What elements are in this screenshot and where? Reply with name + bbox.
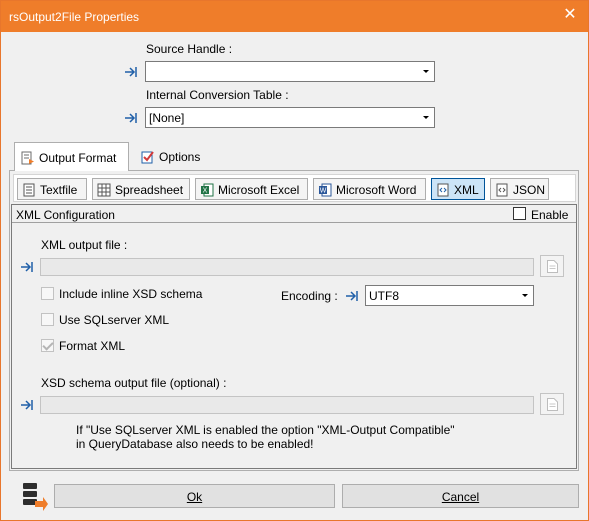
word-icon: W [319,183,332,197]
format-json-label: JSON [513,183,546,197]
tab-options-label: Options [159,150,201,164]
chevron-down-icon[interactable] [418,108,434,127]
chevron-down-icon[interactable] [517,286,533,305]
format-xml-label: Format XML [59,339,126,353]
source-handle-select[interactable] [145,61,435,82]
stack-export-icon [23,483,48,511]
enable-label: Enable [531,208,569,222]
sqlserver-note-line1: If "Use SQLserver XML is enabled the opt… [76,423,455,437]
format-toolbar: Textfile Spreadsheet X Microsoft Excel W… [13,174,576,202]
excel-icon: X [201,183,214,197]
format-spreadsheet-button[interactable]: Spreadsheet [92,178,190,200]
tab-output-format-label: Output Format [39,151,117,165]
format-xml-label: XML [454,183,479,197]
encoding-value: UTF8 [369,289,399,303]
spreadsheet-icon [97,183,111,197]
format-spreadsheet-label: Spreadsheet [115,183,184,197]
xml-configuration-header: XML Configuration Enable [12,205,576,223]
input-arrow-icon [125,67,137,77]
ok-button[interactable]: Ok [54,484,335,508]
cancel-button-label: Cancel [441,490,480,504]
file-icon [547,260,558,273]
close-icon[interactable]: ✕ [562,7,578,23]
ok-button-label: Ok [186,490,203,504]
xml-icon [437,183,449,197]
format-textfile-button[interactable]: Textfile [17,178,87,200]
chevron-down-icon[interactable] [418,62,434,81]
conversion-table-label: Internal Conversion Table : [146,88,289,102]
format-word-label: Microsoft Word [336,183,417,197]
encoding-select[interactable]: UTF8 [365,285,534,306]
conversion-table-value: [None] [149,111,185,125]
xml-configuration-group: XML Configuration Enable XML output file… [11,204,577,469]
input-arrow-icon [21,262,33,272]
source-handle-label: Source Handle : [146,42,233,56]
format-xml-checkbox[interactable] [41,339,54,352]
tab-output-format[interactable]: Output Format [14,142,129,171]
file-icon [547,398,558,411]
format-excel-label: Microsoft Excel [218,183,300,197]
options-icon [141,151,154,164]
sqlserver-note-line2: in QueryDatabase also needs to be enable… [76,437,314,451]
xml-output-browse-button[interactable] [540,255,564,277]
xsd-output-browse-button[interactable] [540,393,564,415]
format-word-button[interactable]: W Microsoft Word [313,178,426,200]
tab-options[interactable]: Options [135,142,215,171]
output-format-icon [21,151,34,165]
cancel-button[interactable]: Cancel [342,484,579,508]
include-xsd-label: Include inline XSD schema [59,287,203,301]
format-xml-button[interactable]: XML [431,178,485,200]
format-json-button[interactable]: JSON [490,178,549,200]
enable-checkbox[interactable] [513,207,526,220]
use-sqlserver-xml-label: Use SQLserver XML [59,313,170,327]
output-format-panel: Textfile Spreadsheet X Microsoft Excel W… [9,170,579,471]
xml-configuration-title: XML Configuration [16,208,115,222]
encoding-label: Encoding : [281,289,338,303]
properties-window: rsOutput2File Properties ✕ Source Handle… [0,0,589,521]
svg-text:X: X [203,188,208,195]
textfile-icon [23,183,35,197]
include-xsd-checkbox[interactable] [41,287,54,300]
input-arrow-icon [21,400,33,410]
format-textfile-label: Textfile [40,183,78,197]
json-icon [496,183,508,197]
input-arrow-icon [346,291,358,301]
xsd-output-file-field[interactable] [40,396,534,414]
svg-text:W: W [320,188,327,195]
input-arrow-icon [125,113,137,123]
title-bar: rsOutput2File Properties ✕ [1,1,588,32]
xsd-output-file-label: XSD schema output file (optional) : [41,376,227,390]
xml-output-file-field[interactable] [40,258,534,276]
xml-output-file-label: XML output file : [41,238,128,252]
sqlserver-note: If "Use SQLserver XML is enabled the opt… [76,423,455,451]
format-excel-button[interactable]: X Microsoft Excel [195,178,308,200]
window-title: rsOutput2File Properties [9,10,140,24]
use-sqlserver-xml-checkbox[interactable] [41,313,54,326]
conversion-table-select[interactable]: [None] [145,107,435,128]
